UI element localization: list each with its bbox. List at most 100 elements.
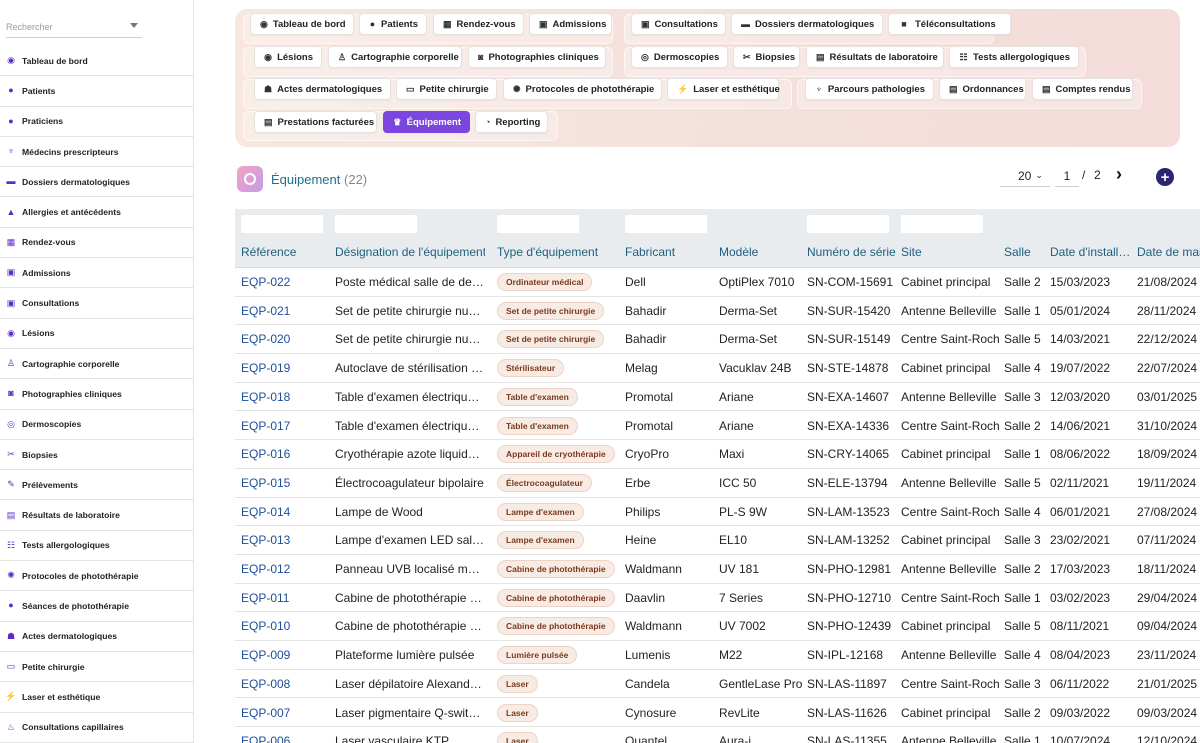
menu-button[interactable]: ◉ Tableau de bord	[250, 13, 354, 35]
table-row[interactable]: EQP-017 Table d'examen électrique salle 2…	[235, 411, 1200, 441]
table-row[interactable]: EQP-016 Cryothérapie azote liquide portab…	[235, 440, 1200, 469]
menu-button[interactable]: ◔ Reporting	[475, 111, 548, 133]
sidebar-item[interactable]: ◉ Lésions	[0, 319, 193, 349]
menu-button[interactable]: ▤ Ordonnances	[939, 78, 1026, 100]
table-row[interactable]: EQP-020 Set de petite chirurgie numéro 1 S…	[235, 325, 1200, 355]
chevron-down-icon[interactable]	[130, 23, 138, 28]
sidebar-item[interactable]: ▤ Résultats de laboratoire	[0, 500, 193, 531]
column-header-designation[interactable]: Désignation de l'équipement	[335, 245, 485, 259]
menu-button[interactable]: ■ Téléconsultations	[888, 13, 1011, 35]
sidebar-item[interactable]: ♙ Cartographie corporelle	[0, 349, 193, 380]
table-row[interactable]: EQP-018 Table d'examen électrique salle 3…	[235, 382, 1200, 412]
menu-button[interactable]: ▤ Résultats de laboratoire	[806, 46, 944, 68]
cell-reference[interactable]: EQP-007	[241, 706, 329, 720]
menu-button[interactable]: ♆ Parcours pathologies	[805, 78, 934, 100]
sidebar-item[interactable]: ☷ Tests allergologiques	[0, 531, 193, 562]
table-row[interactable]: EQP-007 Laser pigmentaire Q-switched Laser…	[235, 698, 1200, 728]
menu-button[interactable]: ▣ Admissions	[529, 13, 612, 35]
filter-input-manufacturer[interactable]	[625, 215, 707, 233]
menu-button[interactable]: ◎ Dermoscopies	[631, 46, 728, 68]
sidebar-item[interactable]: ▭ Petite chirurgie	[0, 652, 193, 683]
search-select[interactable]: Rechercher	[6, 16, 142, 38]
column-header-serial[interactable]: Numéro de série	[807, 245, 897, 259]
sidebar-item[interactable]: ✎ Prélèvements	[0, 470, 193, 501]
menu-button[interactable]: ⚡ Laser et esthétique	[667, 78, 780, 100]
cell-reference[interactable]: EQP-019	[241, 361, 329, 375]
table-row[interactable]: EQP-010 Cabine de photothérapie UVB TL01 C…	[235, 612, 1200, 642]
sidebar-item[interactable]: ● Séances de photothérapie	[0, 591, 193, 622]
cell-reference[interactable]: EQP-013	[241, 533, 329, 547]
cell-reference[interactable]: EQP-014	[241, 505, 329, 519]
sidebar-item[interactable]: ▣ Consultations	[0, 288, 193, 319]
cell-reference[interactable]: EQP-018	[241, 390, 329, 404]
menu-button[interactable]: ▬ Dossiers dermatologiques	[731, 13, 883, 35]
cell-reference[interactable]: EQP-006	[241, 734, 329, 743]
filter-input-designation[interactable]	[335, 215, 417, 233]
table-row[interactable]: EQP-015 Électrocoagulateur bipolaire Élect…	[235, 468, 1200, 498]
column-header-site[interactable]: Site	[901, 245, 1001, 259]
table-row[interactable]: EQP-019 Autoclave de stérilisation classe…	[235, 354, 1200, 383]
cell-reference[interactable]: EQP-009	[241, 648, 329, 662]
filter-input-site[interactable]	[901, 215, 983, 233]
menu-button[interactable]: ▤ Comptes rendus	[1032, 78, 1133, 100]
menu-button[interactable]: ♛ Équipement	[383, 111, 470, 133]
page-size-select[interactable]: 20 ⌄	[1000, 165, 1050, 187]
table-row[interactable]: EQP-011 Cabine de photothérapie UVA Cabine…	[235, 583, 1200, 613]
sidebar-item[interactable]: ▣ Admissions	[0, 258, 193, 289]
column-header-room[interactable]: Salle	[1004, 245, 1046, 259]
column-header-model[interactable]: Modèle	[719, 245, 803, 259]
table-row[interactable]: EQP-006 Laser vasculaire KTP Laser Quantel A…	[235, 727, 1200, 743]
menu-button[interactable]: ✂ Biopsies	[733, 46, 800, 68]
menu-button[interactable]: ▤ Prestations facturées	[254, 111, 377, 133]
cell-reference[interactable]: EQP-011	[241, 591, 329, 605]
sidebar-item[interactable]: ♨ Consultations capillaires	[0, 713, 193, 743]
menu-button[interactable]: ◙ Photographies cliniques	[468, 46, 606, 68]
filter-input-reference[interactable]	[241, 215, 323, 233]
column-header-type[interactable]: Type d'équipement	[497, 245, 617, 259]
current-page-input[interactable]: 1	[1055, 165, 1079, 187]
filter-input-type[interactable]	[497, 215, 579, 233]
menu-button[interactable]: ● Patients	[359, 13, 427, 35]
table-row[interactable]: EQP-008 Laser dépilatoire Alexandrite Lase…	[235, 669, 1200, 699]
sidebar-item[interactable]: ▬ Dossiers dermatologiques	[0, 167, 193, 198]
sidebar-item[interactable]: ◙ Photographies cliniques	[0, 379, 193, 410]
cell-reference[interactable]: EQP-010	[241, 619, 329, 633]
cell-reference[interactable]: EQP-017	[241, 419, 329, 433]
sidebar-item[interactable]: ▲ Allergies et antécédents	[0, 197, 193, 228]
menu-button[interactable]: ✺ Protocoles de photothérapie	[503, 78, 662, 100]
cell-reference[interactable]: EQP-016	[241, 447, 329, 461]
menu-button[interactable]: ◉ Lésions	[254, 46, 322, 68]
menu-button[interactable]: ☗ Actes dermatologiques	[254, 78, 391, 100]
sidebar-item[interactable]: ● Patients	[0, 76, 193, 107]
cell-reference[interactable]: EQP-008	[241, 677, 329, 691]
add-record-button[interactable]: +	[1156, 168, 1174, 186]
cell-reference[interactable]: EQP-015	[241, 476, 329, 490]
table-row[interactable]: EQP-021 Set de petite chirurgie numéro 2 S…	[235, 296, 1200, 326]
sidebar-item[interactable]: ▦ Rendez-vous	[0, 228, 193, 259]
sidebar-item[interactable]: ◉ Tableau de bord	[0, 46, 193, 77]
menu-button[interactable]: ▦ Rendez-vous	[433, 13, 524, 35]
sidebar-item[interactable]: ✺ Protocoles de photothérapie	[0, 561, 193, 592]
column-header-install-date[interactable]: Date d'installation	[1050, 245, 1134, 259]
next-page-icon[interactable]: ›	[1116, 164, 1122, 185]
menu-button[interactable]: ♙ Cartographie corporelle	[328, 46, 462, 68]
cell-reference[interactable]: EQP-020	[241, 332, 329, 346]
cell-reference[interactable]: EQP-022	[241, 275, 329, 289]
cell-reference[interactable]: EQP-021	[241, 304, 329, 318]
menu-button[interactable]: ▭ Petite chirurgie	[396, 78, 497, 100]
sidebar-item[interactable]: ♆ Médecins prescripteurs	[0, 137, 193, 168]
table-row[interactable]: EQP-022 Poste médical salle de dermatolog…	[235, 268, 1200, 297]
column-header-manufacturer[interactable]: Fabricant	[625, 245, 713, 259]
sidebar-item[interactable]: ✂ Biopsies	[0, 440, 193, 471]
table-row[interactable]: EQP-014 Lampe de Wood Lampe d'examen Philip…	[235, 497, 1200, 527]
menu-button[interactable]: ▣ Consultations	[631, 13, 726, 35]
cell-reference[interactable]: EQP-012	[241, 562, 329, 576]
sidebar-item[interactable]: ● Praticiens	[0, 107, 193, 137]
table-row[interactable]: EQP-013 Lampe d'examen LED salle 1 Lampe d…	[235, 526, 1200, 555]
sidebar-item[interactable]: ⚡ Laser et esthétique	[0, 682, 193, 713]
sidebar-item[interactable]: ☗ Actes dermatologiques	[0, 622, 193, 652]
menu-button[interactable]: ☷ Tests allergologiques	[949, 46, 1079, 68]
filter-input-serial[interactable]	[807, 215, 889, 233]
column-header-maintenance-date[interactable]: Date de maintenance	[1137, 245, 1200, 259]
sidebar-item[interactable]: ◎ Dermoscopies	[0, 410, 193, 440]
